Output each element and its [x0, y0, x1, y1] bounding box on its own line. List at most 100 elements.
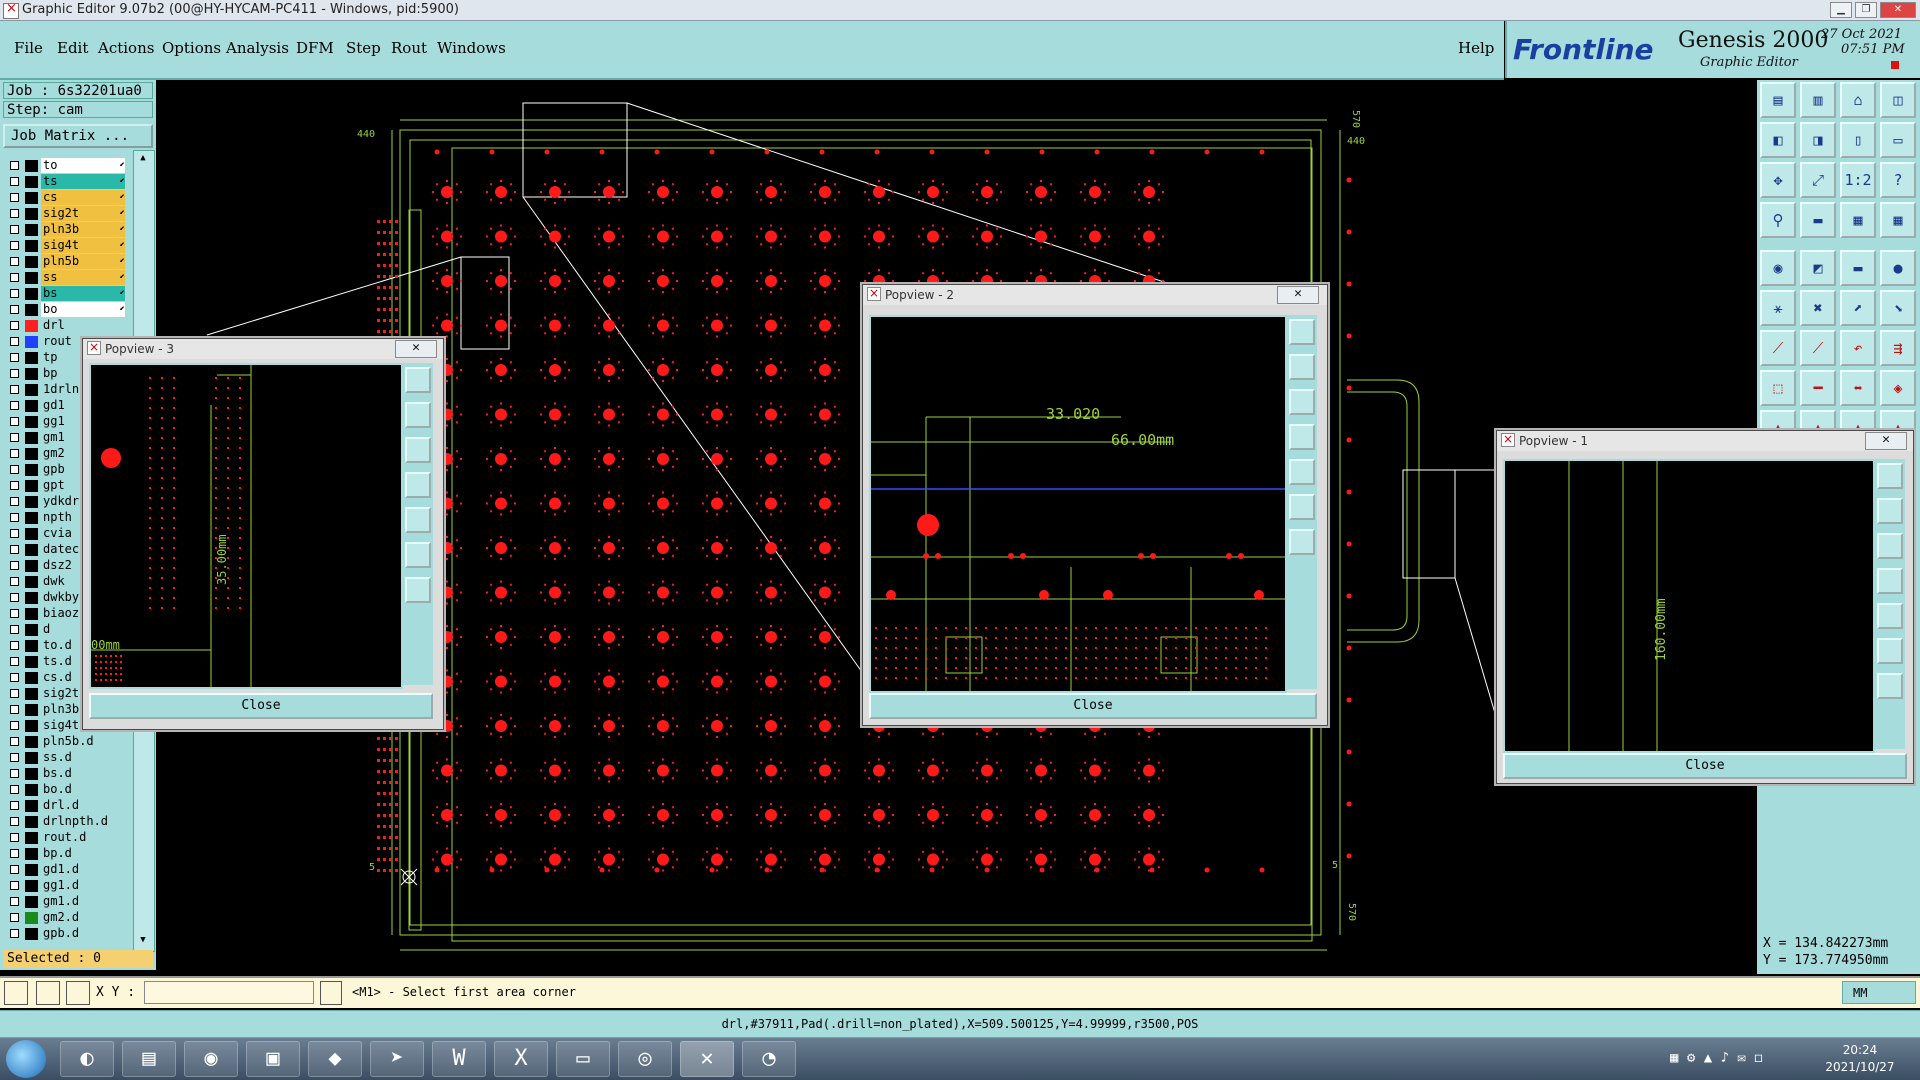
layer-color-swatch[interactable] — [25, 512, 38, 524]
layer-row[interactable]: to — [3, 158, 125, 174]
start-button[interactable] — [6, 1040, 46, 1078]
layer-checkbox[interactable] — [10, 177, 19, 186]
layer-checkbox[interactable] — [10, 369, 19, 378]
layer-color-swatch[interactable] — [25, 240, 38, 252]
taskbar-p-app-icon[interactable]: ◆ — [308, 1041, 362, 1077]
tool-button-icon[interactable]: ⟋ — [1760, 330, 1796, 366]
layer-color-swatch[interactable] — [25, 416, 38, 428]
layer-name[interactable]: gpb.d — [41, 926, 125, 941]
tool-button-icon[interactable]: ⬊ — [1880, 290, 1916, 326]
tool-button-icon[interactable]: ◉ — [1760, 250, 1796, 286]
menu-actions[interactable]: Actions — [98, 39, 154, 57]
layer-checkbox[interactable] — [10, 705, 19, 714]
pv3-tool-zoom-out-icon[interactable] — [405, 577, 431, 603]
pv1-tool-fit-icon[interactable] — [1877, 463, 1903, 489]
menu-dfm[interactable]: DFM — [296, 39, 334, 57]
layer-row[interactable]: ss.d — [3, 750, 125, 766]
layer-name[interactable]: bs — [41, 286, 125, 301]
layer-color-swatch[interactable] — [25, 864, 38, 876]
taskbar-excel-icon[interactable]: X — [494, 1041, 548, 1077]
layer-color-swatch[interactable] — [25, 320, 38, 332]
layer-checkbox[interactable] — [10, 625, 19, 634]
layer-color-swatch[interactable] — [25, 272, 38, 284]
layer-checkbox[interactable] — [10, 561, 19, 570]
tool-button-icon[interactable]: ⟋ — [1800, 330, 1836, 366]
layer-color-swatch[interactable] — [25, 352, 38, 364]
xy-input[interactable] — [144, 981, 314, 1004]
taskbar-shell-icon[interactable]: ◐ — [60, 1041, 114, 1077]
layer-checkbox[interactable] — [10, 609, 19, 618]
popview-1-close-button[interactable]: Close — [1503, 753, 1907, 779]
layer-color-swatch[interactable] — [25, 592, 38, 604]
layer-color-swatch[interactable] — [25, 704, 38, 716]
layer-checkbox[interactable] — [10, 641, 19, 650]
layer-name[interactable]: ss.d — [41, 750, 125, 765]
taskbar-files-icon[interactable]: ▭ — [556, 1041, 610, 1077]
taskbar-genesis-icon[interactable]: ✕ — [680, 1041, 734, 1077]
scroll-up-icon[interactable]: ▲ — [136, 153, 150, 165]
scroll-down-icon[interactable]: ▼ — [136, 935, 150, 947]
tool-button-icon[interactable]: ▤ — [1760, 82, 1796, 118]
pv2-tool-down-icon[interactable] — [1289, 389, 1315, 415]
tool-button-icon[interactable]: ◈ — [1880, 370, 1916, 406]
tool-button-icon[interactable]: ⌂ — [1840, 82, 1876, 118]
layer-checkbox[interactable] — [10, 753, 19, 762]
layer-color-swatch[interactable] — [25, 224, 38, 236]
layer-name[interactable]: rout.d — [41, 830, 125, 845]
layer-checkbox[interactable] — [10, 481, 19, 490]
layer-row[interactable]: gd1.d — [3, 862, 125, 878]
layer-color-swatch[interactable] — [25, 480, 38, 492]
layer-name[interactable]: bp.d — [41, 846, 125, 861]
menu-step[interactable]: Step — [346, 39, 381, 57]
layer-checkbox[interactable] — [10, 385, 19, 394]
tool-button-icon[interactable]: ◧ — [1760, 122, 1796, 158]
pv2-tool-left-icon[interactable] — [1289, 424, 1315, 450]
layer-color-swatch[interactable] — [25, 832, 38, 844]
layer-checkbox[interactable] — [10, 785, 19, 794]
layer-color-swatch[interactable] — [25, 720, 38, 732]
tool-button-icon[interactable]: ✖ — [1800, 290, 1836, 326]
pv1-tool-up-icon[interactable] — [1877, 498, 1903, 524]
layer-color-swatch[interactable] — [25, 560, 38, 572]
layer-color-swatch[interactable] — [25, 688, 38, 700]
layer-checkbox[interactable] — [10, 769, 19, 778]
layer-checkbox[interactable] — [10, 673, 19, 682]
layer-checkbox[interactable] — [10, 497, 19, 506]
layer-color-swatch[interactable] — [25, 304, 38, 316]
layer-checkbox[interactable] — [10, 865, 19, 874]
layer-checkbox[interactable] — [10, 593, 19, 602]
layer-checkbox[interactable] — [10, 657, 19, 666]
menu-rout[interactable]: Rout — [391, 39, 427, 57]
layer-checkbox[interactable] — [10, 833, 19, 842]
layer-color-swatch[interactable] — [25, 288, 38, 300]
pv3-tool-right-icon[interactable] — [405, 507, 431, 533]
tray-icons[interactable]: ▦ ⚙ ▲ ♪ ✉ ◻ — [1670, 1050, 1763, 1066]
layer-checkbox[interactable] — [10, 881, 19, 890]
layer-name[interactable]: gm2.d — [41, 910, 125, 925]
tool-button-icon[interactable]: ◫ — [1880, 82, 1916, 118]
layer-name[interactable]: bo — [41, 302, 125, 317]
menu-analysis[interactable]: Analysis — [226, 39, 289, 57]
layer-name[interactable]: sig4t — [41, 238, 125, 253]
layer-checkbox[interactable] — [10, 897, 19, 906]
layer-row[interactable]: sig2t — [3, 206, 125, 222]
tool-button-icon[interactable]: 1:2 — [1840, 162, 1876, 198]
maximize-button[interactable]: ❐ — [1855, 2, 1877, 18]
layer-color-swatch[interactable] — [25, 432, 38, 444]
pv2-tool-fit-icon[interactable] — [1289, 319, 1315, 345]
layer-color-swatch[interactable] — [25, 160, 38, 172]
layer-color-swatch[interactable] — [25, 896, 38, 908]
layer-name[interactable]: drlnpth.d — [41, 814, 125, 829]
job-matrix-button[interactable]: Job Matrix ... — [3, 124, 153, 148]
layer-row[interactable]: bp.d — [3, 846, 125, 862]
layer-row[interactable]: ss — [3, 270, 125, 286]
layer-checkbox[interactable] — [10, 689, 19, 698]
layer-checkbox[interactable] — [10, 193, 19, 202]
layer-checkbox[interactable] — [10, 225, 19, 234]
pv2-tool-zoom-out-icon[interactable] — [1289, 529, 1315, 555]
layer-color-swatch[interactable] — [25, 672, 38, 684]
layer-row[interactable]: ts — [3, 174, 125, 190]
layer-checkbox[interactable] — [10, 433, 19, 442]
layer-checkbox[interactable] — [10, 321, 19, 330]
tool-button-icon[interactable]: ◩ — [1800, 250, 1836, 286]
